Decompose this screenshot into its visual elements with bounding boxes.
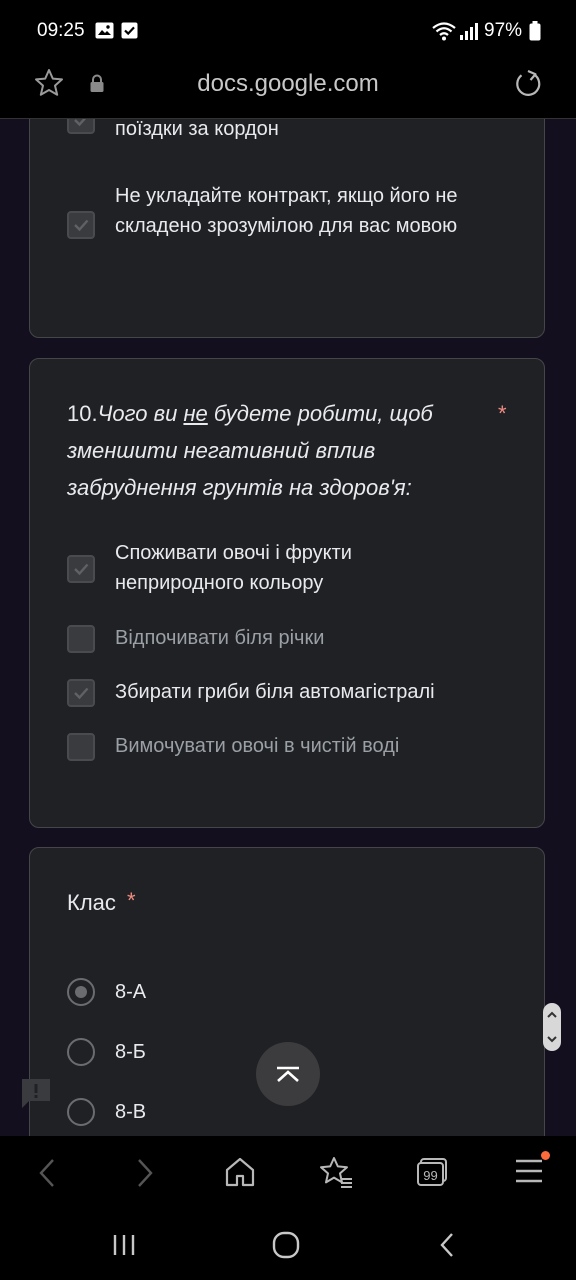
radio-label[interactable]: 8-В (115, 1101, 146, 1124)
check-notification-icon (121, 22, 138, 44)
bookmarks-icon[interactable] (319, 1156, 353, 1193)
fast-scroll-handle[interactable] (543, 1003, 561, 1051)
option-label: Не укладайте контракт, якщо його не скла… (115, 185, 458, 237)
required-asterisk: * (498, 401, 507, 426)
radio-selected[interactable] (67, 978, 95, 1006)
radio-unselected[interactable] (67, 1098, 95, 1126)
radio-label[interactable]: 8-Б (115, 1041, 146, 1064)
option-label: Споживати овочі і фрукти неприродного ко… (115, 542, 352, 594)
gallery-icon (95, 22, 114, 44)
form-content[interactable]: поїздки за кордон Не укладайте контракт,… (0, 119, 576, 1136)
notification-dot (541, 1151, 550, 1160)
address-bar[interactable]: docs.google.com (0, 64, 576, 119)
signal-icon (459, 21, 479, 46)
radio-label[interactable]: 8-А (115, 981, 146, 1004)
status-bar: 09:25 97% (0, 0, 576, 64)
menu-icon[interactable] (514, 1156, 544, 1191)
chevron-up-icon (277, 1066, 299, 1082)
checkbox-unchecked[interactable] (67, 625, 95, 653)
question-number: 10. (67, 401, 98, 426)
checkbox-checked[interactable] (67, 679, 95, 707)
battery-percent: 97% (484, 20, 523, 41)
system-navigation-bar (0, 1210, 576, 1280)
checkbox-checked[interactable] (67, 119, 95, 134)
checkbox-checked[interactable] (67, 555, 95, 583)
question-title-part1: Чого ви (97, 401, 184, 426)
forward-icon[interactable] (134, 1156, 156, 1195)
question-card-9: поїздки за кордон Не укладайте контракт,… (29, 119, 545, 338)
recents-icon[interactable] (110, 1232, 140, 1263)
reload-icon[interactable] (512, 68, 544, 105)
option-label: Відпочивати біля річки (115, 627, 325, 649)
question-card-10: 10.Чого ви не будете робити, щоб зменшит… (29, 358, 545, 828)
url-text[interactable]: docs.google.com (0, 70, 576, 98)
back-icon[interactable] (36, 1156, 58, 1195)
feedback-icon[interactable] (20, 1077, 52, 1116)
checkbox-unchecked[interactable] (67, 733, 95, 761)
checkbox-checked[interactable] (67, 211, 95, 239)
required-asterisk: * (127, 888, 136, 913)
wifi-icon (432, 21, 456, 46)
svg-text:99: 99 (423, 1168, 437, 1183)
status-time: 09:25 (37, 20, 85, 41)
home-icon[interactable] (224, 1156, 256, 1193)
tabs-icon[interactable]: 99 (416, 1156, 448, 1193)
battery-icon (529, 21, 541, 46)
option-label: Вимочувати овочі в чистій воді (115, 735, 400, 757)
question-title: 10.Чого ви не будете робити, щоб зменшит… (67, 395, 467, 506)
option-label: поїздки за кордон (115, 119, 279, 140)
home-circle-icon[interactable] (271, 1231, 301, 1264)
question-title-underlined: не (183, 401, 208, 426)
option-label: Збирати гриби біля автомагістралі (115, 681, 435, 703)
system-back-icon[interactable] (436, 1231, 458, 1264)
browser-toolbar: 99 (0, 1136, 576, 1210)
radio-unselected[interactable] (67, 1038, 95, 1066)
scroll-to-top-button[interactable] (256, 1042, 320, 1106)
question-title: Клас (67, 890, 116, 915)
